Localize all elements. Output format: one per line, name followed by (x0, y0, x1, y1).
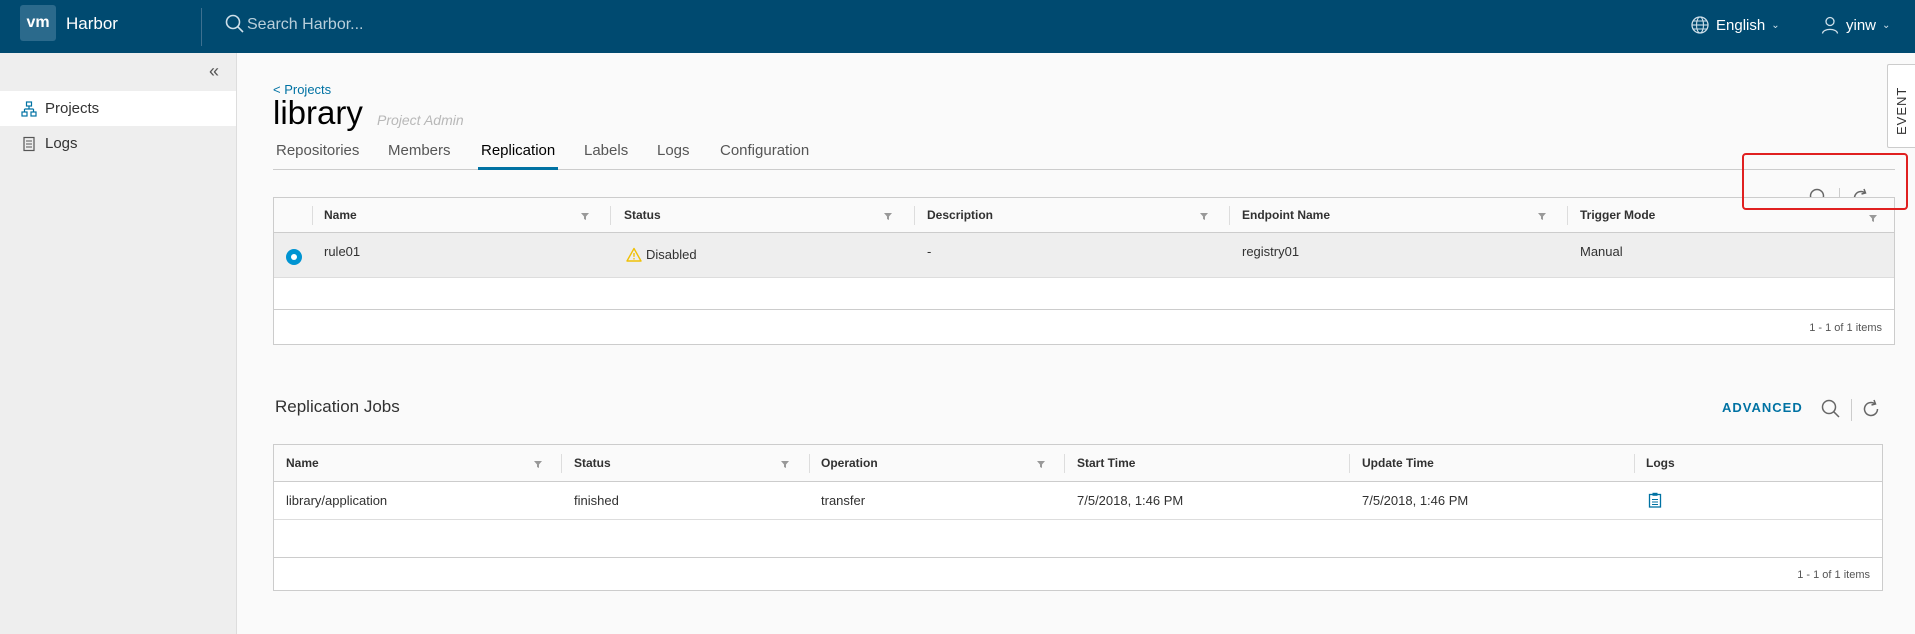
toolbar-divider (1851, 399, 1852, 421)
job-start-time: 7/5/2018, 1:46 PM (1077, 493, 1184, 508)
event-label: EVENT (1894, 86, 1909, 135)
column-header-name[interactable]: Name (324, 198, 357, 233)
username-label: yinw (1846, 16, 1877, 34)
rule-status: Disabled (626, 247, 697, 262)
event-side-tab[interactable]: EVENT (1887, 64, 1915, 148)
top-header: vm Harbor English ⌄ yinw ⌄ (0, 0, 1915, 53)
chevron-down-icon: ⌄ (1882, 19, 1891, 31)
sidebar-item-projects[interactable]: Projects (0, 91, 236, 126)
rule-trigger: Manual (1580, 244, 1623, 259)
column-header-trigger[interactable]: Trigger Mode (1580, 198, 1655, 233)
rule-endpoint: registry01 (1242, 244, 1300, 259)
status-text: Disabled (646, 247, 697, 262)
collapse-sidebar-icon[interactable]: « (209, 61, 219, 82)
row-select-radio[interactable] (286, 249, 302, 265)
rule-description: - (927, 244, 932, 259)
global-search-input[interactable] (247, 12, 647, 38)
column-header-name[interactable]: Name (286, 445, 319, 482)
column-header-update-time[interactable]: Update Time (1362, 445, 1434, 482)
tab-replication[interactable]: Replication (478, 142, 559, 170)
advanced-button[interactable]: ADVANCED (1722, 400, 1803, 415)
warning-icon (626, 247, 642, 262)
search-jobs-icon[interactable] (1820, 398, 1842, 420)
tab-members[interactable]: Members (385, 142, 454, 170)
projects-icon (21, 100, 37, 117)
globe-icon (1691, 16, 1709, 34)
column-header-start-time[interactable]: Start Time (1077, 445, 1135, 482)
grid-header: Name Status Description Endpoint Name Tr… (274, 198, 1894, 233)
tab-labels[interactable]: Labels (581, 142, 631, 170)
column-separator (809, 454, 810, 473)
column-separator (1634, 454, 1635, 473)
sidebar-item-label: Logs (45, 135, 78, 152)
user-icon (1821, 16, 1839, 34)
column-header-description[interactable]: Description (927, 198, 993, 233)
filter-icon[interactable] (1035, 458, 1047, 470)
column-separator (1229, 206, 1230, 225)
filter-icon[interactable] (1198, 210, 1210, 222)
section-title: Replication Jobs (275, 397, 400, 416)
column-header-logs: Logs (1646, 456, 1675, 470)
language-selector[interactable]: English ⌄ (1690, 12, 1780, 38)
header-divider (201, 8, 202, 46)
grid-pagination: 1 - 1 of 1 items (274, 309, 1894, 345)
column-header-endpoint[interactable]: Endpoint Name (1242, 198, 1330, 233)
table-row[interactable]: library/application finished transfer 7/… (274, 482, 1882, 520)
project-tabs: Repositories Members Replication Labels … (273, 137, 1895, 170)
page-title: library (273, 94, 363, 131)
filter-icon[interactable] (779, 458, 791, 470)
log-file-icon[interactable] (1648, 492, 1662, 508)
refresh-jobs-icon[interactable] (1860, 398, 1882, 420)
vmware-logo[interactable]: vm (20, 5, 56, 41)
sidebar-item-label: Projects (45, 100, 100, 117)
tab-configuration[interactable]: Configuration (717, 142, 812, 170)
highlight-box (1742, 153, 1908, 210)
chevron-down-icon: ⌄ (1771, 19, 1780, 31)
column-separator (312, 206, 313, 225)
user-menu[interactable]: yinw ⌄ (1820, 12, 1890, 38)
column-separator (1567, 206, 1568, 225)
grid-pagination: 1 - 1 of 1 items (274, 557, 1882, 591)
job-operation: transfer (821, 493, 866, 508)
column-separator (610, 206, 611, 225)
logs-icon (23, 136, 35, 151)
filter-icon[interactable] (882, 210, 894, 222)
grid-header: Name Status Operation Start Time Update … (274, 445, 1882, 482)
language-label: English (1716, 16, 1766, 34)
column-separator (1064, 454, 1065, 473)
column-separator (1349, 454, 1350, 473)
filter-icon[interactable] (1867, 212, 1879, 224)
column-separator (561, 454, 562, 473)
filter-icon[interactable] (579, 210, 591, 222)
column-header-status[interactable]: Status (574, 445, 611, 482)
search-icon (225, 14, 244, 33)
job-name: library/application (286, 493, 388, 508)
sidebar: « Projects Logs (0, 53, 237, 634)
job-update-time: 7/5/2018, 1:46 PM (1362, 493, 1469, 508)
tab-repositories[interactable]: Repositories (273, 142, 362, 170)
replication-rules-grid: Name Status Description Endpoint Name Tr… (273, 197, 1895, 345)
sidebar-item-logs[interactable]: Logs (0, 126, 236, 161)
filter-icon[interactable] (532, 458, 544, 470)
project-role: Project Admin (377, 112, 464, 128)
table-row[interactable]: rule01 Disabled - registry01 Manual (274, 233, 1894, 278)
job-status: finished (574, 493, 619, 508)
column-separator (914, 206, 915, 225)
app-title[interactable]: Harbor (66, 14, 118, 34)
tab-logs[interactable]: Logs (654, 142, 693, 170)
column-header-operation[interactable]: Operation (821, 445, 878, 482)
replication-jobs-grid: Name Status Operation Start Time Update … (273, 444, 1883, 591)
column-header-status[interactable]: Status (624, 198, 661, 233)
rule-name: rule01 (324, 244, 361, 259)
filter-icon[interactable] (1536, 210, 1548, 222)
